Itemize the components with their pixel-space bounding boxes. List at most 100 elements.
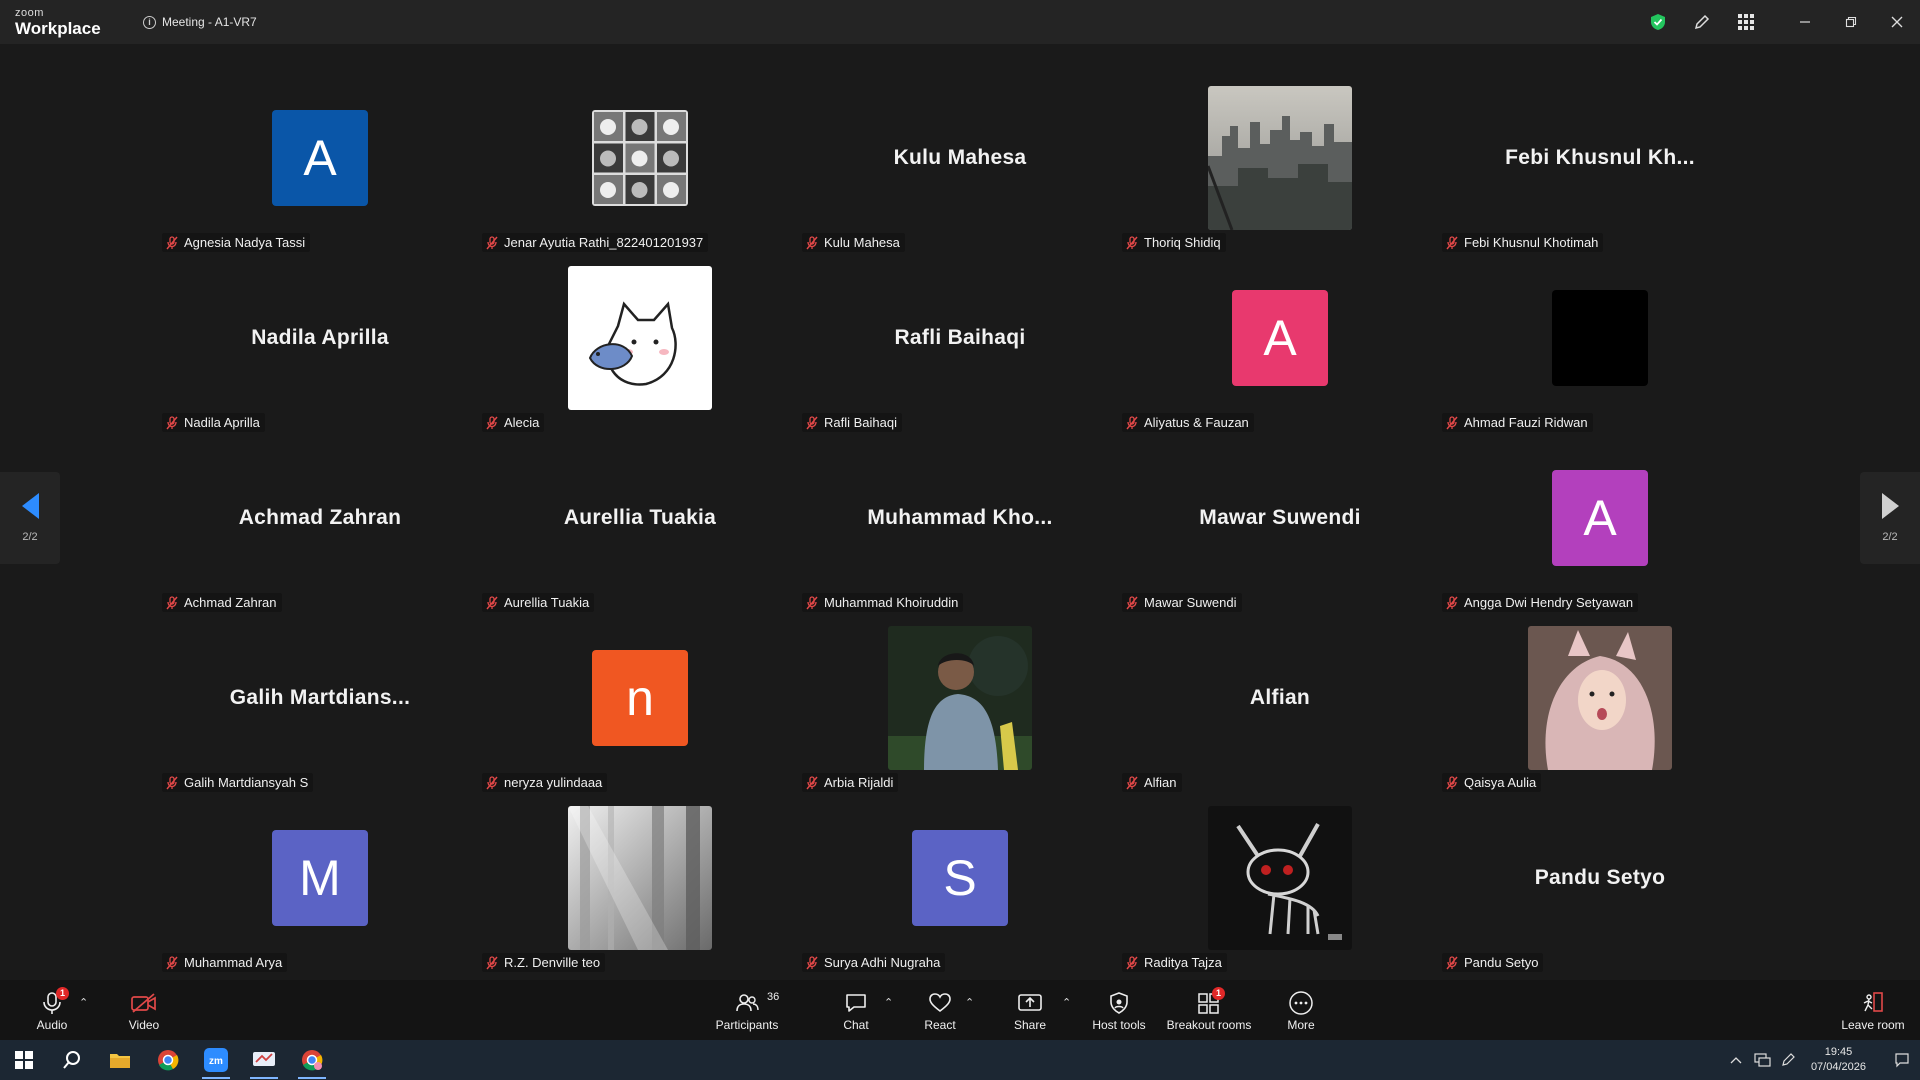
participant-name: Arbia Rijaldi: [824, 775, 894, 790]
participant-tile[interactable]: Arbia Rijaldi: [800, 616, 1120, 796]
windows-start-icon[interactable]: [0, 1040, 48, 1080]
meeting-info[interactable]: i Meeting - A1-VR7: [143, 15, 257, 29]
participant-video-area: [1120, 76, 1440, 240]
participant-tile[interactable]: A Agnesia Nadya Tassi: [160, 76, 480, 256]
close-icon[interactable]: [1874, 0, 1920, 44]
muted-mic-icon: [166, 775, 178, 790]
participant-tile[interactable]: Ahmad Fauzi Ridwan: [1440, 256, 1760, 436]
participant-nameplate: Alecia: [482, 413, 545, 432]
video-gallery: 2/2 2/2 A Agnesia Nadya Tassi Jenar Ayutia…: [0, 44, 1920, 980]
muted-mic-icon: [486, 775, 498, 790]
participant-display-name: Alfian: [1249, 686, 1311, 709]
participant-display-name: Nadila Aprilla: [251, 326, 389, 349]
arrow-left-icon: [21, 493, 39, 519]
more-button[interactable]: More: [1281, 980, 1321, 1040]
notification-icon[interactable]: [1884, 1040, 1920, 1080]
previous-page-button[interactable]: 2/2: [0, 472, 60, 564]
host-tools-button[interactable]: Host tools: [1089, 980, 1149, 1040]
participant-tile[interactable]: n neryza yulindaaa: [480, 616, 800, 796]
chat-button[interactable]: Chat: [836, 980, 876, 1040]
participants-icon: [736, 993, 759, 1011]
participant-name: Nadila Aprilla: [184, 415, 260, 430]
participant-tile[interactable]: M Muhammad Arya: [160, 796, 480, 976]
participant-tile[interactable]: Muhammad Kho... Muhammad Khoiruddin: [800, 436, 1120, 616]
participants-label: Participants: [715, 1017, 779, 1032]
zoom-taskbar-icon[interactable]: zm: [192, 1040, 240, 1080]
system-clock[interactable]: 19:45 07/04/2026: [1811, 1045, 1866, 1075]
info-icon[interactable]: i: [143, 15, 156, 29]
react-options-chevron-icon[interactable]: ⌃: [965, 996, 974, 1009]
shield-icon[interactable]: [1636, 0, 1680, 44]
audio-options-chevron-icon[interactable]: ⌃: [79, 996, 88, 1009]
participants-button[interactable]: 36 Participants: [712, 980, 782, 1040]
participant-name: Rafli Baihaqi: [824, 415, 897, 430]
participant-nameplate: Mawar Suwendi: [1122, 593, 1242, 612]
chrome-profile-icon[interactable]: [288, 1040, 336, 1080]
participant-video-area: Aurellia Tuakia: [480, 436, 800, 600]
participant-nameplate: Thoriq Shidiq: [1122, 233, 1226, 252]
participant-tile[interactable]: Alfian Alfian: [1120, 616, 1440, 796]
leave-door-icon: [1863, 991, 1883, 1012]
file-explorer-icon[interactable]: [96, 1040, 144, 1080]
participant-nameplate: Muhammad Khoiruddin: [802, 593, 964, 612]
whiteboard-app-icon[interactable]: [240, 1040, 288, 1080]
participant-video-area: Pandu Setyo: [1440, 796, 1760, 960]
participant-tile[interactable]: Qaisya Aulia: [1440, 616, 1760, 796]
minimize-icon[interactable]: [1782, 0, 1828, 44]
chat-options-chevron-icon[interactable]: ⌃: [884, 996, 893, 1009]
gallery-grid-icon[interactable]: [1724, 0, 1768, 44]
participant-tile[interactable]: Nadila Aprilla Nadila Aprilla: [160, 256, 480, 436]
search-icon[interactable]: [48, 1040, 96, 1080]
participant-tile[interactable]: Pandu Setyo Pandu Setyo: [1440, 796, 1760, 976]
muted-mic-icon: [1446, 775, 1458, 790]
cats-grid-photo: [592, 110, 688, 206]
participant-tile[interactable]: Achmad Zahran Achmad Zahran: [160, 436, 480, 616]
network-icon[interactable]: [1749, 1040, 1775, 1080]
next-page-button[interactable]: 2/2: [1860, 472, 1920, 564]
participant-tile[interactable]: Alecia: [480, 256, 800, 436]
leave-room-button[interactable]: Leave room: [1838, 980, 1908, 1040]
participant-tile[interactable]: Kulu Mahesa Kulu Mahesa: [800, 76, 1120, 256]
participant-tile[interactable]: Raditya Tajza: [1120, 796, 1440, 976]
participant-display-name: Muhammad Kho...: [867, 506, 1053, 529]
participant-nameplate: Rafli Baihaqi: [802, 413, 902, 432]
muted-mic-icon: [1126, 595, 1138, 610]
tray-chevron-up-icon[interactable]: [1723, 1040, 1749, 1080]
football-player-photo: [888, 626, 1032, 770]
participant-tile[interactable]: S Surya Adhi Nugraha: [800, 796, 1120, 976]
participant-name: Angga Dwi Hendry Setyawan: [1464, 595, 1634, 610]
audio-button[interactable]: 1 Audio: [32, 980, 72, 1040]
participant-name: Galih Martdiansyah S: [184, 775, 309, 790]
muted-mic-icon: [486, 595, 498, 610]
avatar: [1552, 290, 1648, 386]
participant-video-area: M: [160, 796, 480, 960]
video-button[interactable]: Video: [124, 980, 164, 1040]
participant-video-area: Alfian: [1120, 616, 1440, 780]
participant-tile[interactable]: Febi Khusnul Kh... Febi Khusnul Khotimah: [1440, 76, 1760, 256]
participant-tile[interactable]: A Angga Dwi Hendry Setyawan: [1440, 436, 1760, 616]
participant-tile[interactable]: Mawar Suwendi Mawar Suwendi: [1120, 436, 1440, 616]
participant-tile[interactable]: R.Z. Denville teo: [480, 796, 800, 976]
participant-tile[interactable]: A Aliyatus & Fauzan: [1120, 256, 1440, 436]
more-dots-icon: [1289, 990, 1313, 1015]
annotate-pen-icon[interactable]: [1680, 0, 1724, 44]
participant-tile[interactable]: Thoriq Shidiq: [1120, 76, 1440, 256]
participant-nameplate: Achmad Zahran: [162, 593, 282, 612]
breakout-rooms-button[interactable]: 1 Breakout rooms: [1166, 980, 1252, 1040]
chrome-icon[interactable]: [144, 1040, 192, 1080]
participant-tile[interactable]: Aurellia Tuakia Aurellia Tuakia: [480, 436, 800, 616]
participant-nameplate: Alfian: [1122, 773, 1182, 792]
participant-tile[interactable]: Galih Martdians... Galih Martdiansyah S: [160, 616, 480, 796]
share-button[interactable]: Share: [1010, 980, 1050, 1040]
pen-tray-icon[interactable]: [1775, 1040, 1801, 1080]
muted-mic-icon: [806, 595, 818, 610]
participant-tile[interactable]: Jenar Ayutia Rathi_822401201937: [480, 76, 800, 256]
participant-nameplate: Muhammad Arya: [162, 953, 288, 972]
participant-tile[interactable]: Rafli Baihaqi Rafli Baihaqi: [800, 256, 1120, 436]
brand-small: zoom: [15, 6, 44, 19]
share-options-chevron-icon[interactable]: ⌃: [1062, 996, 1071, 1009]
restore-icon[interactable]: [1828, 0, 1874, 44]
svg-text:zm: zm: [209, 1056, 223, 1067]
participant-name: Aurellia Tuakia: [504, 595, 590, 610]
react-button[interactable]: React: [920, 980, 960, 1040]
